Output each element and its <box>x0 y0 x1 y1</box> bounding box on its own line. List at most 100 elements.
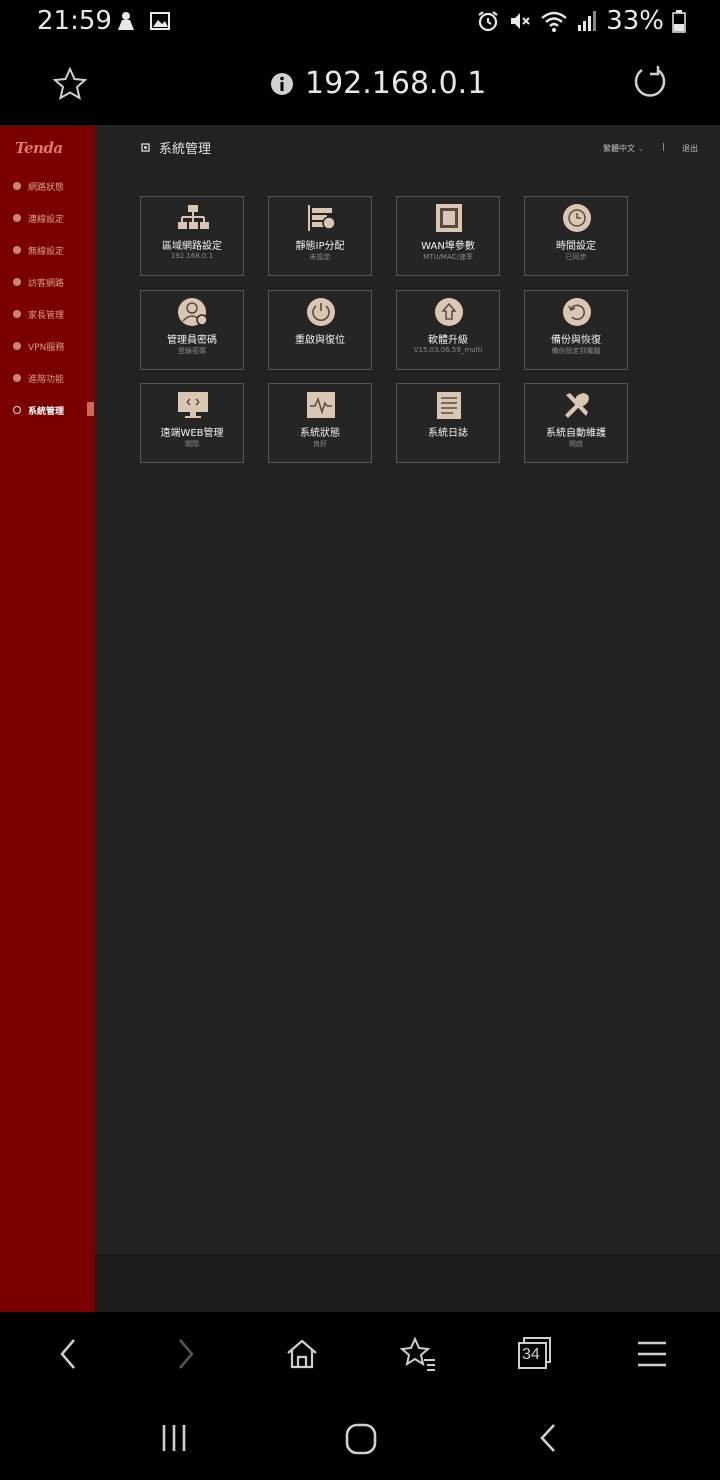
wifi-icon <box>541 11 567 32</box>
sidebar-item-6[interactable]: VPN服務 <box>13 338 64 354</box>
tile-system-status[interactable]: 系統狀態 良好 <box>268 383 372 463</box>
page-header: 系統管理 <box>140 138 211 157</box>
sidebar-item-label: 無線設定 <box>28 246 65 257</box>
chat-bubble-icon <box>118 12 134 30</box>
recent-apps-icon[interactable] <box>158 1422 190 1454</box>
info-icon[interactable] <box>270 72 294 96</box>
back-icon[interactable] <box>54 1336 84 1372</box>
language-select[interactable]: 繁體中文 ⌄ <box>603 143 644 154</box>
sidebar-item-label: 連線設定 <box>28 214 65 225</box>
power-icon <box>307 298 335 326</box>
tile-subtitle: 開啟 <box>569 440 583 448</box>
tile-system-log[interactable]: 系統日誌 <box>396 383 500 463</box>
tile-lan-topology[interactable]: 區域網路設定 192.168.0.1 <box>140 196 244 276</box>
tile-title: 系統日誌 <box>428 428 468 439</box>
tile-subtitle: 已同步 <box>565 253 587 261</box>
menu-icon[interactable] <box>636 1336 668 1372</box>
tile-title: 備份與恢復 <box>551 335 601 346</box>
upgrade-icon <box>435 298 463 326</box>
tabs-button[interactable]: 34 <box>516 1336 554 1370</box>
tile-admin-password[interactable]: 管理員密碼 登錄密碼 <box>140 290 244 370</box>
sidebar-item-2[interactable]: 連線設定 <box>13 210 64 226</box>
tile-backup-restore[interactable]: 備份與恢復 備份設定到電腦 <box>524 290 628 370</box>
tile-title: 系統狀態 <box>300 428 340 439</box>
sidebar-item-label: VPN服務 <box>28 342 65 353</box>
remote-web-icon <box>178 392 208 418</box>
vpn-icon <box>13 342 21 350</box>
tile-subtitle: 未設定 <box>309 253 331 261</box>
url-text[interactable]: 192.168.0.1 <box>305 66 486 101</box>
sidebar-item-5[interactable]: 家長管理 <box>13 306 64 322</box>
language-label: 繁體中文 <box>603 144 635 153</box>
tile-remote-web[interactable]: 遠端WEB管理 關閉 <box>140 383 244 463</box>
tile-subtitle: 登錄密碼 <box>178 347 206 355</box>
page-footer <box>95 1254 720 1312</box>
tile-subtitle: V15.03.06.59_multi <box>413 346 483 354</box>
alarm-icon <box>478 11 498 32</box>
tile-upgrade[interactable]: 軟體升級 V15.03.06.59_multi <box>396 290 500 370</box>
sidebar-item-label: 網路狀態 <box>28 182 65 193</box>
gallery-icon <box>150 12 170 30</box>
battery-percent: 33% <box>606 6 664 36</box>
sidebar-item-label: 系統管理 <box>28 406 65 417</box>
brand-logo: Tenda <box>15 139 63 157</box>
parental-icon <box>13 310 21 318</box>
tile-tools[interactable]: 系統自動維護 開啟 <box>524 383 628 463</box>
tab-count: 34 <box>522 1346 540 1363</box>
browser-toolbar: 34 <box>0 1312 720 1398</box>
settings-icon <box>141 143 150 152</box>
tile-title: 重啟與復位 <box>295 335 345 346</box>
sidebar-item-label: 家長管理 <box>28 310 65 321</box>
reload-icon[interactable] <box>632 64 668 100</box>
static-ip-icon <box>308 205 336 231</box>
sidebar-item-8[interactable]: 系統管理 <box>13 402 64 418</box>
active-nav-marker <box>87 402 94 416</box>
tile-title: 時間設定 <box>556 241 596 252</box>
tools-icon <box>565 393 589 418</box>
chevron-down-icon: ⌄ <box>637 144 645 153</box>
tile-subtitle: 良好 <box>313 440 327 448</box>
sidebar-item-label: 進階功能 <box>28 374 65 385</box>
favorite-star-icon[interactable] <box>52 66 88 102</box>
battery-icon <box>672 10 686 33</box>
guest-icon <box>13 278 21 286</box>
sidebar-item-4[interactable]: 訪客網路 <box>13 274 64 290</box>
status-bar: 21:59 33% <box>0 0 720 44</box>
tile-title: 遠端WEB管理 <box>160 428 224 439</box>
tile-subtitle: 192.168.0.1 <box>170 252 214 260</box>
gear-icon <box>13 406 21 414</box>
tile-wan-port[interactable]: WAN埠參數 MTU/MAC/速率 <box>396 196 500 276</box>
wan-port-icon <box>436 204 462 232</box>
tile-static-ip[interactable]: 靜態IP分配 未設定 <box>268 196 372 276</box>
tile-subtitle: 關閉 <box>185 440 199 448</box>
globe-icon <box>13 214 21 222</box>
header-divider: | <box>662 142 665 151</box>
tile-subtitle: 備份設定到電腦 <box>551 347 601 355</box>
logout-link[interactable]: 退出 <box>682 143 698 154</box>
tile-title: WAN埠參數 <box>421 241 475 252</box>
sidebar-item-1[interactable]: 網路狀態 <box>13 178 64 194</box>
clock-icon <box>563 204 591 232</box>
system-log-icon <box>437 392 461 419</box>
lan-topology-icon <box>178 205 209 229</box>
forward-icon[interactable] <box>170 1336 200 1372</box>
tile-subtitle: MTU/MAC/速率 <box>423 253 473 261</box>
status-time: 21:59 <box>37 6 112 36</box>
home-button-icon[interactable] <box>344 1422 378 1456</box>
tile-title: 區域網路設定 <box>162 241 222 252</box>
router-sidebar: Tenda 網路狀態連線設定無線設定訪客網路家長管理 VPN服務進階功能系統管理 <box>0 126 95 1312</box>
page-title: 系統管理 <box>159 142 212 157</box>
tile-power[interactable]: 重啟與復位 <box>268 290 372 370</box>
system-back-icon[interactable] <box>536 1422 562 1454</box>
home-icon[interactable] <box>284 1336 320 1372</box>
bookmarks-icon[interactable] <box>400 1336 438 1372</box>
sidebar-item-7[interactable]: 進階功能 <box>13 370 64 386</box>
sidebar-item-label: 訪客網路 <box>28 278 65 289</box>
url-bar: 192.168.0.1 <box>0 44 720 126</box>
router-web-page: Tenda 網路狀態 連線設定 無線設定 訪客網路 家長管理 VPN服務 進階功能 系統管理 … <box>0 126 720 1312</box>
sidebar-item-3[interactable]: 無線設定 <box>13 242 64 258</box>
admin-password-icon <box>178 298 208 326</box>
network-status-icon <box>13 182 21 190</box>
tile-clock[interactable]: 時間設定 已同步 <box>524 196 628 276</box>
system-status-icon <box>307 392 335 418</box>
